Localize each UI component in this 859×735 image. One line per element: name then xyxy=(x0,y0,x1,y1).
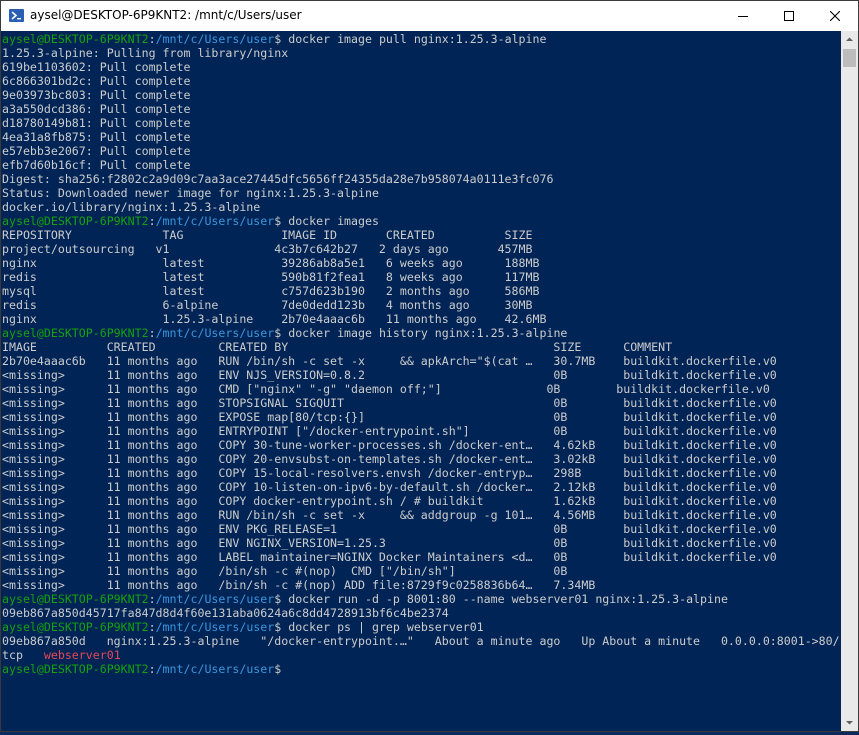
prompt-path: /mnt/c/Users/user xyxy=(155,32,275,46)
output-line: <missing> 11 months ago /bin/sh -c #(nop… xyxy=(2,578,596,592)
command-text: $ xyxy=(274,662,282,676)
prompt-separator: : xyxy=(148,214,156,228)
prompt-user-host: aysel@DESKTOP-6P9KNT2 xyxy=(2,592,149,606)
prompt-separator: : xyxy=(148,326,156,340)
prompt-separator: : xyxy=(148,32,156,46)
prompt-line: aysel@DESKTOP-6P9KNT2:/mnt/c/Users/user$… xyxy=(2,326,841,340)
prompt-user-host: aysel@DESKTOP-6P9KNT2 xyxy=(2,214,149,228)
output-line: <missing> 11 months ago COPY docker-entr… xyxy=(2,494,777,508)
output-line: <missing> 11 months ago EXPOSE map[80/tc… xyxy=(2,410,777,424)
output-line: docker.io/library/nginx:1.25.3-alpine xyxy=(2,200,261,214)
terminal-output[interactable]: aysel@DESKTOP-6P9KNT2:/mnt/c/Users/user$… xyxy=(1,31,841,731)
prompt-user-host: aysel@DESKTOP-6P9KNT2 xyxy=(2,662,149,676)
prompt-separator: : xyxy=(148,592,156,606)
prompt-user-host: aysel@DESKTOP-6P9KNT2 xyxy=(2,620,149,634)
output-line: <missing> 11 months ago ENV NJS_VERSION=… xyxy=(2,368,777,382)
output-line: redis latest 590b81f2fea1 8 weeks ago 11… xyxy=(2,270,540,284)
terminal-window: aysel@DESKTOP-6P9KNT2: /mnt/c/Users/user… xyxy=(0,0,859,732)
output-line: project/outsourcing v1 4c3b7c642b27 2 da… xyxy=(2,242,533,256)
output-line: <missing> 11 months ago RUN /bin/sh -c s… xyxy=(2,508,777,522)
close-icon xyxy=(830,11,840,21)
scroll-up-arrow-icon xyxy=(846,37,853,41)
output-line: 09eb867a850d nginx:1.25.3-alpine "/docke… xyxy=(2,634,840,648)
window-title: aysel@DESKTOP-6P9KNT2: /mnt/c/Users/user xyxy=(30,8,302,22)
prompt-line: aysel@DESKTOP-6P9KNT2:/mnt/c/Users/user$… xyxy=(2,592,841,606)
output-line: redis 6-alpine 7de0dedd123b 4 months ago… xyxy=(2,298,533,312)
maximize-icon xyxy=(784,11,794,21)
output-line: <missing> 11 months ago ENV NGINX_VERSIO… xyxy=(2,536,777,550)
command-text: $ docker images xyxy=(274,214,379,228)
output-line: <missing> 11 months ago COPY 20-envsubst… xyxy=(2,452,777,466)
output-line: nginx latest 39286ab8a5e1 6 weeks ago 18… xyxy=(2,256,540,270)
prompt-user-host: aysel@DESKTOP-6P9KNT2 xyxy=(2,32,149,46)
prompt-separator: : xyxy=(148,662,156,676)
minimize-icon xyxy=(738,16,748,17)
output-line: e57ebb3e2067: Pull complete xyxy=(2,144,191,158)
scroll-down-button[interactable] xyxy=(841,714,858,731)
output-line: nginx 1.25.3-alpine 2b70e4aaac6b 11 mont… xyxy=(2,312,547,326)
output-line: <missing> 11 months ago LABEL maintainer… xyxy=(2,550,777,564)
output-line: <missing> 11 months ago STOPSIGNAL SIGQU… xyxy=(2,396,777,410)
output-line: IMAGE CREATED CREATED BY SIZE COMMENT xyxy=(2,340,673,354)
command-text: $ docker image pull nginx:1.25.3-alpine xyxy=(274,32,547,46)
output-line: efb7d60b16cf: Pull complete xyxy=(2,158,191,172)
output-line: <missing> 11 months ago COPY 30-tune-wor… xyxy=(2,438,777,452)
output-line: Status: Downloaded newer image for nginx… xyxy=(2,186,379,200)
output-line: <missing> 11 months ago COPY 10-listen-o… xyxy=(2,480,777,494)
powershell-terminal-icon xyxy=(9,9,24,22)
prompt-path: /mnt/c/Users/user xyxy=(155,620,275,634)
prompt-path: /mnt/c/Users/user xyxy=(155,592,275,606)
scrollbar-thumb[interactable] xyxy=(843,49,856,67)
prompt-path: /mnt/c/Users/user xyxy=(155,326,275,340)
close-button[interactable] xyxy=(812,1,858,31)
command-text: $ docker run -d -p 8001:80 --name webser… xyxy=(274,592,728,606)
prompt-path: /mnt/c/Users/user xyxy=(155,662,275,676)
output-line: a3a550dcd386: Pull complete xyxy=(2,102,191,116)
output-line: 09eb867a850d45717fa847d8d4f60e131aba0624… xyxy=(2,606,449,620)
output-line: 6c866301bd2c: Pull complete xyxy=(2,74,191,88)
minimize-button[interactable] xyxy=(720,1,766,31)
prompt-line: aysel@DESKTOP-6P9KNT2:/mnt/c/Users/user$… xyxy=(2,214,841,228)
output-line: 9e03973bc803: Pull complete xyxy=(2,88,191,102)
output-line: Digest: sha256:f2802c2a9d09c7aa3ace27445… xyxy=(2,172,554,186)
scroll-up-button[interactable] xyxy=(841,31,858,48)
prompt-line: aysel@DESKTOP-6P9KNT2:/mnt/c/Users/user$… xyxy=(2,32,841,46)
output-line: <missing> 11 months ago ENTRYPOINT ["/do… xyxy=(2,424,777,438)
output-line: tcp webserver01 xyxy=(2,648,841,662)
output-line: REPOSITORY TAG IMAGE ID CREATED SIZE xyxy=(2,228,533,242)
prompt-separator: : xyxy=(148,620,156,634)
output-line: <missing> 11 months ago CMD ["nginx" "-g… xyxy=(2,382,770,396)
output-line: 4ea31a8fb875: Pull complete xyxy=(2,130,191,144)
command-text: $ docker ps | grep webserver01 xyxy=(274,620,484,634)
prompt-user-host: aysel@DESKTOP-6P9KNT2 xyxy=(2,326,149,340)
output-line: <missing> 11 months ago ENV PKG_RELEASE=… xyxy=(2,522,777,536)
command-text: $ docker image history nginx:1.25.3-alpi… xyxy=(274,326,568,340)
prompt-line: aysel@DESKTOP-6P9KNT2:/mnt/c/Users/user$… xyxy=(2,620,841,634)
title-bar[interactable]: aysel@DESKTOP-6P9KNT2: /mnt/c/Users/user xyxy=(1,1,858,31)
terminal-lines: aysel@DESKTOP-6P9KNT2:/mnt/c/Users/user$… xyxy=(1,31,841,676)
output-text: tcp xyxy=(2,648,44,662)
output-line: 619be1103602: Pull complete xyxy=(2,60,191,74)
grep-match-text: webserver01 xyxy=(43,648,121,662)
prompt-path: /mnt/c/Users/user xyxy=(155,214,275,228)
output-line: <missing> 11 months ago COPY 15-local-re… xyxy=(2,466,777,480)
vertical-scrollbar[interactable] xyxy=(841,31,858,731)
output-line: 1.25.3-alpine: Pulling from library/ngin… xyxy=(2,46,289,60)
output-line: d18780149b81: Pull complete xyxy=(2,116,191,130)
maximize-button[interactable] xyxy=(766,1,812,31)
output-line: 2b70e4aaac6b 11 months ago RUN /bin/sh -… xyxy=(2,354,777,368)
output-line: mysql latest c757d623b190 2 months ago 5… xyxy=(2,284,540,298)
scroll-down-arrow-icon xyxy=(846,721,853,725)
output-line: <missing> 11 months ago /bin/sh -c #(nop… xyxy=(2,564,568,578)
prompt-line: aysel@DESKTOP-6P9KNT2:/mnt/c/Users/user$ xyxy=(2,662,841,676)
